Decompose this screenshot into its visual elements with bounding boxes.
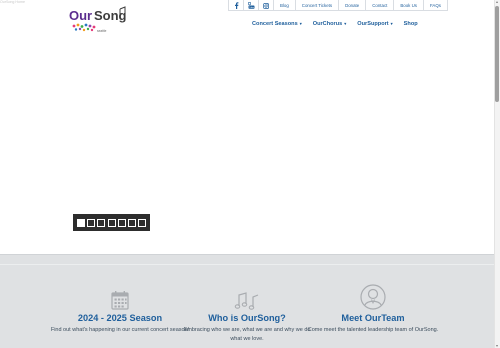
feature-title: Who is OurSong? bbox=[208, 313, 286, 323]
topbar-link-book-us[interactable]: Book Us bbox=[393, 0, 423, 11]
slider-pager bbox=[73, 214, 151, 231]
nav-item-oursupport[interactable]: OurSupport ▾ bbox=[357, 19, 392, 29]
calendar-icon bbox=[50, 284, 190, 310]
topbar-link-contact[interactable]: Contact bbox=[365, 0, 393, 11]
page-scrollbar[interactable]: ▴ ▾ bbox=[494, 0, 500, 348]
youtube-icon[interactable]: Tube bbox=[243, 0, 258, 11]
feature-title: 2024 - 2025 Season bbox=[77, 313, 163, 323]
topbar-link-blog[interactable]: Blog bbox=[273, 0, 295, 11]
page: OurSong Home Our Song seattle Tube Blog … bbox=[0, 0, 500, 348]
nav-item-label: OurSupport bbox=[357, 21, 389, 27]
main-navigation: Concert Seasons ▾ OurChorus ▾ OurSupport… bbox=[252, 19, 418, 29]
nav-item-ourchorus[interactable]: OurChorus ▾ bbox=[313, 19, 347, 29]
nav-item-label: Concert Seasons bbox=[252, 21, 298, 27]
corner-text: OurSong Home bbox=[0, 0, 25, 4]
chevron-down-icon: ▾ bbox=[390, 21, 393, 26]
topbar-link-donate[interactable]: Donate bbox=[338, 0, 365, 11]
feature-text: Come meet the talented leadership team o… bbox=[307, 327, 439, 333]
scroll-up-arrow-icon[interactable]: ▴ bbox=[495, 0, 499, 4]
svg-text:Tube: Tube bbox=[249, 7, 255, 9]
nav-item-shop[interactable]: Shop bbox=[404, 19, 418, 29]
topbar-link-concert-tickets[interactable]: Concert Tickets bbox=[294, 0, 338, 11]
slider-dot-5[interactable] bbox=[117, 218, 126, 227]
chevron-down-icon: ▾ bbox=[299, 21, 302, 26]
feature-title: Meet OurTeam bbox=[341, 313, 405, 323]
slider-dot-1[interactable] bbox=[77, 218, 86, 227]
scrollbar-thumb[interactable] bbox=[495, 6, 499, 102]
utility-bar: Tube Blog Concert Tickets Donate Contact… bbox=[228, 0, 448, 11]
facebook-icon[interactable] bbox=[228, 0, 243, 11]
feature-text: Embracing who we are, what we are and wh… bbox=[183, 327, 311, 342]
feature-text: Find out what's happening in our current… bbox=[50, 327, 190, 333]
feature-who-is-oursong[interactable]: Who is OurSong? Embracing who we are, wh… bbox=[177, 284, 317, 344]
feature-meet-ourteam[interactable]: Meet OurTeam Come meet the talented lead… bbox=[303, 284, 443, 335]
nav-item-label: Shop bbox=[403, 21, 418, 27]
band-divider bbox=[0, 264, 494, 265]
logo-song-text: Song bbox=[94, 8, 127, 23]
slider-dot-7[interactable] bbox=[138, 218, 147, 227]
oursong-logo[interactable]: Our Song seattle bbox=[68, 4, 130, 36]
instagram-icon[interactable] bbox=[258, 0, 273, 11]
slider-dot-2[interactable] bbox=[87, 218, 96, 227]
nav-item-concert-seasons[interactable]: Concert Seasons ▾ bbox=[252, 19, 302, 29]
topbar-link-faqs[interactable]: FAQs bbox=[422, 0, 448, 11]
nav-item-label: OurChorus bbox=[312, 21, 343, 27]
scroll-down-arrow-icon[interactable]: ▾ bbox=[495, 344, 499, 348]
slider-dot-6[interactable] bbox=[128, 218, 137, 227]
music-notes-icon bbox=[177, 284, 317, 310]
logo-our-text: Our bbox=[69, 8, 92, 23]
feature-season[interactable]: 2024 - 2025 Season Find out what's happe… bbox=[50, 284, 190, 335]
logo-tagline: seattle bbox=[97, 29, 107, 33]
slider-dot-4[interactable] bbox=[107, 218, 116, 227]
person-avatar-icon bbox=[303, 284, 443, 310]
chevron-down-icon: ▾ bbox=[344, 21, 347, 26]
slider-dot-3[interactable] bbox=[97, 218, 106, 227]
